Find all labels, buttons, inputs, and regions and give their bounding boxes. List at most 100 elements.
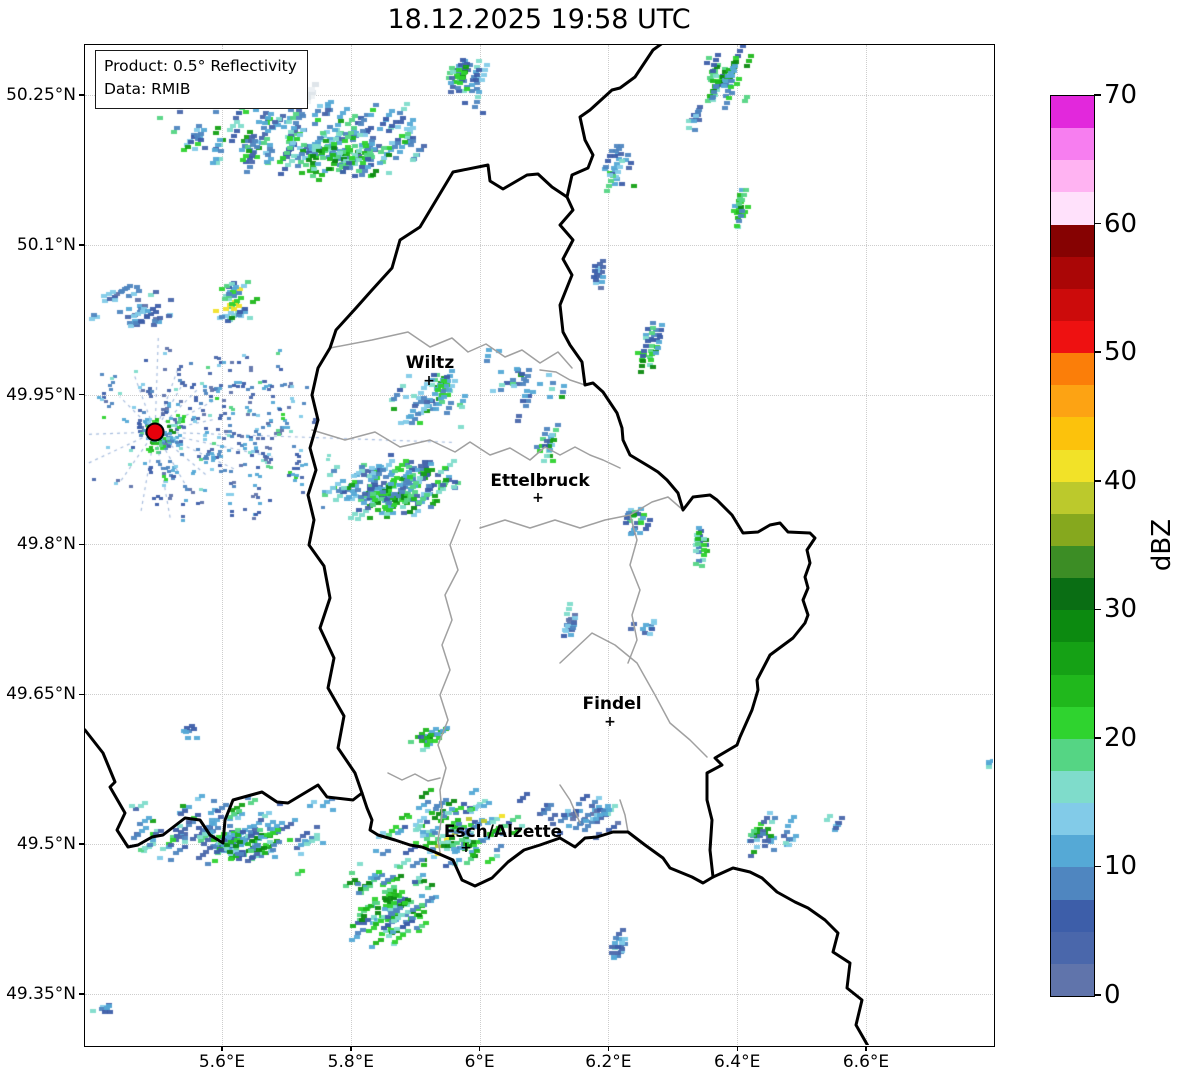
colorbar-tick [1094, 865, 1101, 868]
figure-title: 18.12.2025 19:58 UTC [387, 4, 691, 35]
colorbar-band [1051, 642, 1094, 675]
colorbar-tick-label: 60 [1104, 208, 1138, 239]
colorbar-band [1051, 546, 1094, 579]
colorbar-band [1051, 192, 1094, 225]
map-plot-area: Wiltz + Ettelbruck + Findel + Esch/Alzette + Pr… [85, 45, 993, 1045]
city-marker: + [604, 714, 616, 730]
colorbar-band [1051, 771, 1094, 804]
colorbar-band [1051, 128, 1094, 161]
y-axis-tick-label: 49.35°N [6, 983, 76, 1004]
y-axis-tick [79, 94, 84, 96]
x-axis-tick-label: 6.6°E [842, 1052, 890, 1072]
colorbar-band [1051, 224, 1094, 257]
colorbar-band [1051, 513, 1094, 547]
y-axis-tick [79, 393, 84, 396]
colorbar-tick [1094, 222, 1101, 225]
x-axis-tick-label: 6.4°E [714, 1052, 761, 1072]
colorbar-tick [1094, 608, 1101, 611]
colorbar-band [1051, 963, 1094, 996]
colorbar-band [1051, 706, 1094, 739]
y-axis-tick-label: 49.95°N [6, 384, 76, 405]
region-border [559, 784, 581, 824]
y-axis-tick-label: 50.25°N [6, 85, 76, 105]
colorbar-band [1051, 417, 1094, 450]
colorbar-band [1051, 256, 1094, 289]
city-marker: + [423, 373, 435, 389]
colorbar-band [1051, 288, 1094, 322]
country-border [558, 195, 817, 879]
colorbar-tick [1094, 480, 1101, 482]
region-border [479, 496, 684, 529]
colorbar-band [1051, 931, 1094, 964]
city-label-esch-alzette: Esch/Alzette [443, 822, 563, 842]
colorbar-band [1051, 321, 1094, 354]
colorbar-tick-label: 50 [1104, 337, 1138, 368]
x-axis-tick [350, 1046, 352, 1051]
country-border [711, 866, 870, 1045]
region-border [311, 429, 621, 469]
radar-map-figure: 18.12.2025 19:58 UTC Wiltz + Ettelbruck + Fi… [0, 0, 1184, 1081]
radar-site-marker [145, 422, 165, 442]
x-axis-tick [736, 1046, 738, 1051]
colorbar-band [1051, 481, 1094, 514]
region-border [437, 519, 461, 853]
colorbar [1050, 95, 1095, 997]
x-axis-tick-label: 5.6°E [198, 1052, 246, 1072]
colorbar-tick-label: 40 [1104, 465, 1138, 496]
colorbar-band [1051, 738, 1094, 772]
y-axis-tick-label: 49.65°N [6, 684, 76, 705]
colorbar-tick-label: 30 [1104, 594, 1138, 625]
x-axis-tick-label: 6°E [464, 1052, 495, 1072]
city-marker: + [532, 490, 544, 506]
colorbar-tick [1094, 994, 1101, 996]
x-axis-tick [478, 1046, 481, 1051]
x-axis-tick [865, 1046, 867, 1051]
colorbar-tick-label: 0 [1104, 980, 1121, 1010]
city-marker: + [460, 840, 472, 856]
y-axis-tick-label: 50.1°N [16, 234, 76, 255]
colorbar-tick-label: 20 [1104, 722, 1138, 753]
colorbar-band [1051, 160, 1094, 193]
x-axis-tick [607, 1046, 610, 1051]
city-label-wiltz: Wiltz [405, 353, 455, 373]
colorbar-tick [1094, 94, 1101, 96]
x-axis-tick-label: 6.2°E [585, 1052, 632, 1072]
product-info-line1: Product: 0.5° Reflectivity [104, 57, 297, 75]
colorbar-band [1051, 578, 1094, 611]
region-border [539, 369, 586, 386]
colorbar-tick [1094, 351, 1101, 353]
colorbar-band [1051, 449, 1094, 482]
region-border [619, 799, 629, 833]
country-border-overlay [85, 45, 870, 1045]
colorbar-tick [1094, 737, 1101, 739]
x-axis-tick-label: 5.8°E [327, 1052, 374, 1072]
y-axis-tick-label: 49.5°N [16, 834, 76, 854]
region-border [627, 514, 641, 664]
y-axis-tick [79, 693, 84, 695]
city-label-ettelbruck: Ettelbruck [490, 471, 590, 491]
product-info-line2: Data: RMIB [104, 80, 191, 99]
x-axis-tick [221, 1046, 223, 1051]
colorbar-band [1051, 867, 1094, 900]
country-border [85, 728, 364, 849]
colorbar-tick-label: 10 [1104, 851, 1138, 882]
colorbar-band [1051, 96, 1094, 129]
colorbar-band [1051, 835, 1094, 868]
y-axis-tick [79, 543, 84, 546]
city-label-findel: Findel [582, 694, 642, 714]
colorbar-unit-label: dBZ [1147, 518, 1177, 572]
y-axis-tick [79, 244, 84, 246]
product-info-box: Product: 0.5° Reflectivity Data: RMIB [95, 50, 308, 109]
y-axis-tick [79, 993, 84, 995]
colorbar-band [1051, 610, 1094, 643]
y-axis-tick-label: 49.8°N [16, 534, 76, 555]
colorbar-band [1051, 899, 1094, 932]
colorbar-tick-label: 70 [1104, 80, 1138, 110]
colorbar-band [1051, 803, 1094, 836]
country-border [565, 45, 663, 199]
region-border [387, 772, 441, 782]
colorbar-band [1051, 353, 1094, 386]
colorbar-band [1051, 385, 1094, 418]
y-axis-tick [79, 843, 84, 845]
colorbar-band [1051, 674, 1094, 707]
